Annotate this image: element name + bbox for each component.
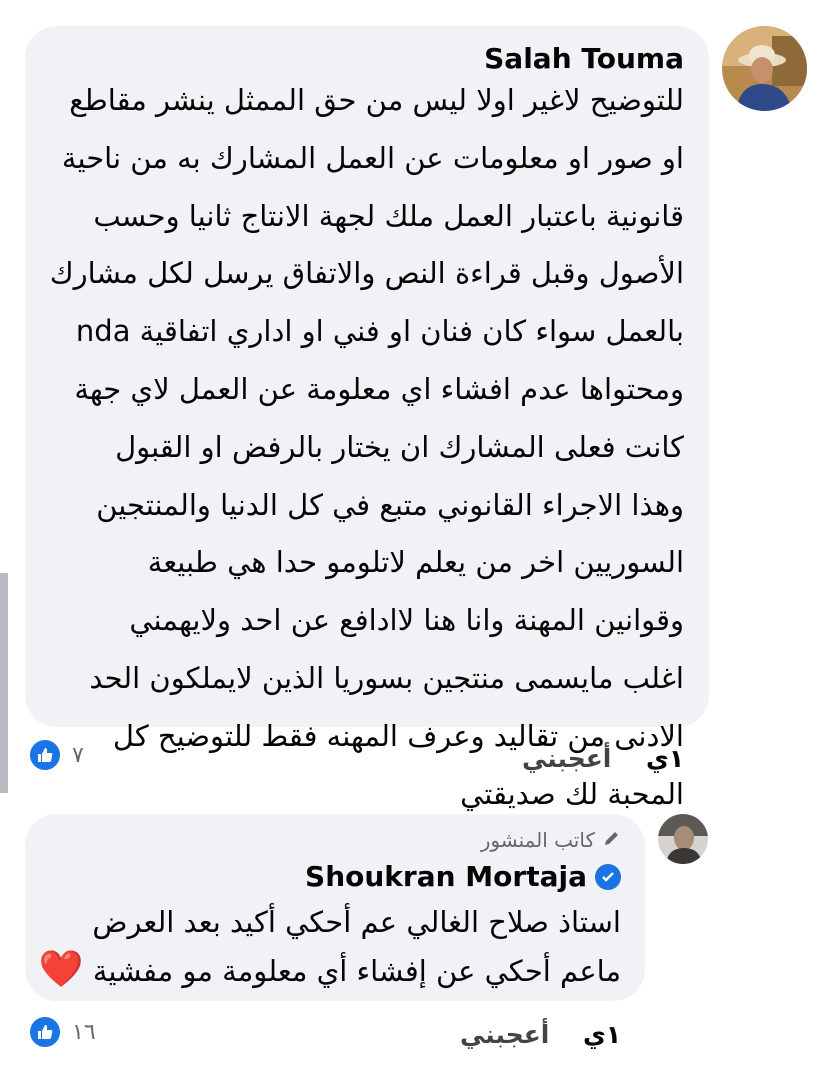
comment-line: ومحتواها عدم افشاء اي معلومة عن العمل لا… xyxy=(74,371,684,406)
pencil-icon xyxy=(603,828,621,852)
author-badge-label: كاتب المنشور xyxy=(480,828,595,852)
like-button[interactable]: أعجبني xyxy=(522,744,611,773)
comment-line: وهذا الاجراء القانوني متبع في كل الدنيا … xyxy=(96,487,684,522)
like-icon xyxy=(28,1015,62,1049)
reaction-count: ٧ xyxy=(72,742,84,768)
comment-author-name[interactable]: Salah Touma xyxy=(484,42,684,75)
comment-bubble-shoukran: كاتب المنشور Shoukran Mortaja استاذ صلاح… xyxy=(25,814,645,1001)
comment-line: استاذ صلاح الغالي عم أحكي أكيد بعد العرض xyxy=(92,905,621,939)
thread-line xyxy=(0,573,8,793)
comment-line: كانت فعلى المشارك ان يختار بالرفض او الق… xyxy=(115,429,684,464)
reaction-summary[interactable]: ١٦ xyxy=(28,1015,96,1049)
comment-timestamp[interactable]: ١ي xyxy=(583,1020,621,1049)
author-badge: كاتب المنشور xyxy=(481,828,621,852)
comment-author-row: Shoukran Mortaja xyxy=(305,860,621,893)
comment-line: السوريين اخر من يعلم لاتلومو حدا هي طبيع… xyxy=(147,545,684,580)
reaction-count: ١٦ xyxy=(72,1019,96,1045)
comment-line: ماعم أحكي عن إفشاء أي معلومة مو مفشية ❤️ xyxy=(38,949,621,990)
reaction-summary[interactable]: ٧ xyxy=(28,738,84,772)
comment-line: وقوانين المهنة وانا هنا لاادافع عن احد و… xyxy=(129,603,684,638)
heart-icon: ❤️ xyxy=(38,949,84,990)
avatar-salah-touma[interactable] xyxy=(722,26,807,111)
comment-bubble-salah: Salah Touma للتوضيح لاغير اولا ليس من حق… xyxy=(25,26,709,811)
comment-line: للتوضيح لاغير اولا ليس من حق الممثل ينشر… xyxy=(69,83,684,117)
comment-line: قانونية باعتبار العمل ملك لجهة الانتاج ث… xyxy=(93,198,684,233)
like-button[interactable]: أعجبني xyxy=(460,1020,549,1049)
comment-line: الأصول وقبل قراءة النص والاتفاق يرسل لكل… xyxy=(49,256,684,291)
comment-timestamp[interactable]: ١ي xyxy=(646,744,684,773)
like-icon xyxy=(28,738,62,772)
comment-line: او صور او معلومات عن العمل المشارك به من… xyxy=(61,140,684,175)
comment-body: للتوضيح لاغير اولا ليس من حق الممثل ينشر… xyxy=(44,72,684,823)
comment-line: اغلب مايسمى منتجين بسوريا الذين لايملكون… xyxy=(89,660,684,695)
avatar-shoukran-mortaja[interactable] xyxy=(658,814,708,864)
comment-author-name[interactable]: Shoukran Mortaja xyxy=(305,860,587,893)
comment-body: استاذ صلاح الغالي عم أحكي أكيد بعد العرض… xyxy=(31,898,621,996)
verified-check-icon xyxy=(595,863,621,890)
comment-line: بالعمل سواء كان فنان او فني او اداري اتف… xyxy=(75,314,684,349)
